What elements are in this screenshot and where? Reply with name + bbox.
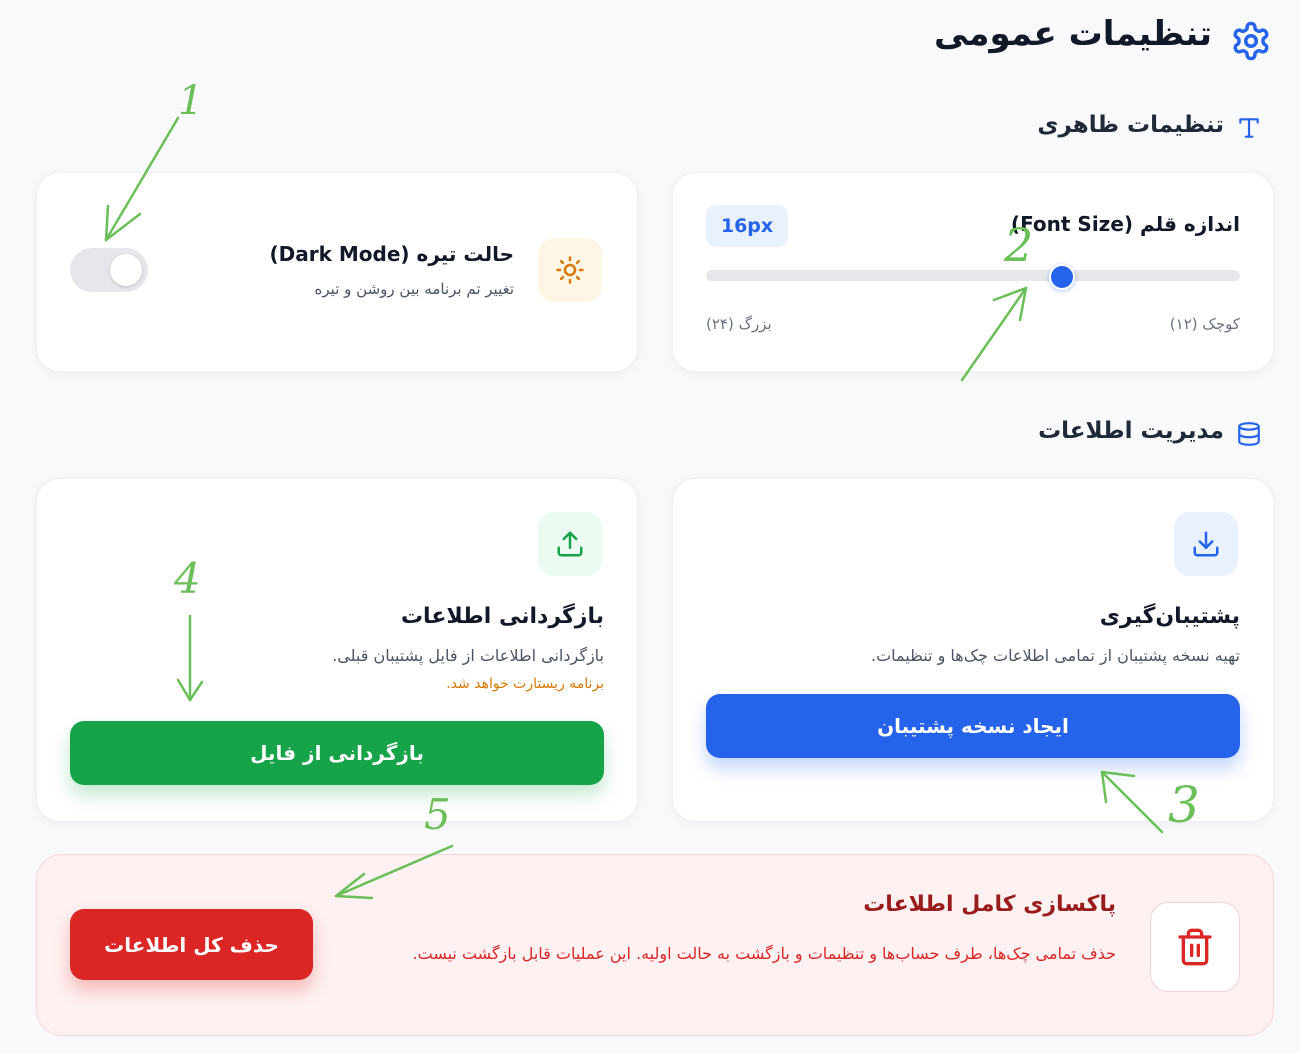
annotation-number-1: 1 bbox=[178, 78, 204, 124]
annotation-number-5: 5 bbox=[424, 790, 451, 839]
annotation-arrow-3 bbox=[1100, 770, 1164, 834]
annotation-number-2: 2 bbox=[1004, 218, 1034, 272]
annotation-number-4: 4 bbox=[174, 554, 201, 603]
annotation-overlay bbox=[104, 116, 1164, 900]
annotation-number-3: 3 bbox=[1168, 776, 1200, 834]
annotation-arrow-4 bbox=[176, 614, 204, 702]
annotation-arrow-1 bbox=[104, 116, 180, 242]
annotation-arrow-2 bbox=[960, 286, 1028, 382]
annotation-arrow-5 bbox=[334, 844, 454, 900]
